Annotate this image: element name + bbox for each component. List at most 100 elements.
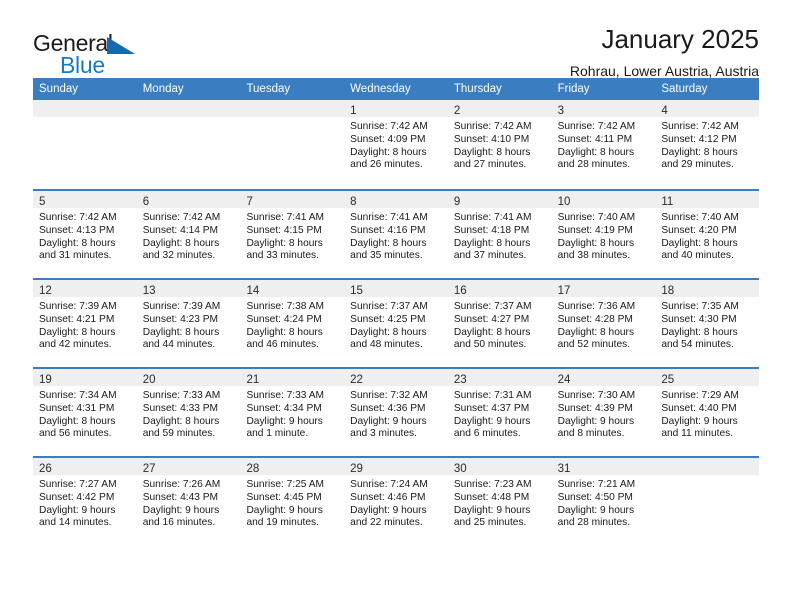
sunset-text: Sunset: 4:19 PM: [557, 224, 633, 236]
sunrise-text: Sunrise: 7:25 AM: [246, 479, 325, 490]
sunset-text: Sunset: 4:30 PM: [661, 313, 737, 325]
calendar-week-row: 5 Sunrise: 7:42 AM Sunset: 4:13 PM Daylight…: [33, 189, 760, 278]
day-details: Sunrise: 7:33 AM Sunset: 4:33 PM Daylight:…: [137, 386, 241, 441]
daylight-text-line1: Daylight: 8 hours: [557, 237, 635, 249]
day-details: Sunrise: 7:31 AM Sunset: 4:37 PM Daylight:…: [448, 386, 552, 441]
calendar-week-row: 26 Sunrise: 7:27 AM Sunset: 4:42 PM Dayligh…: [33, 456, 760, 545]
daylight-text-line2: and 48 minutes.: [350, 339, 423, 351]
calendar-day-cell[interactable]: 22 Sunrise: 7:32 AM Sunset: 4:36 PM Dayligh…: [344, 369, 448, 456]
daylight-text-line2: and 27 minutes.: [453, 159, 527, 171]
day-number: 6: [142, 196, 150, 208]
sunset-text: Sunset: 4:34 PM: [246, 402, 322, 414]
daylight-text-line2: and 50 minutes.: [453, 339, 527, 351]
day-number-strip: 26: [33, 458, 137, 475]
day-number-strip: 5: [33, 191, 137, 208]
day-number-strip: 23: [447, 369, 552, 386]
daylight-text-line1: Daylight: 8 hours: [661, 326, 738, 338]
day-number-strip: 30: [447, 458, 552, 475]
daylight-text-line2: and 33 minutes.: [246, 250, 319, 262]
calendar-day-cell[interactable]: 12 Sunrise: 7:39 AM Sunset: 4:21 PM Dayligh…: [33, 280, 137, 367]
day-number-strip: 18: [655, 280, 760, 297]
sunrise-text: Sunrise: 7:39 AM: [142, 301, 221, 312]
calendar-day-cell[interactable]: 15 Sunrise: 7:37 AM Sunset: 4:25 PM Dayligh…: [344, 280, 448, 367]
day-number: 8: [350, 196, 357, 208]
page-header: General Blue January 2025 Rohrau, Lower …: [33, 0, 759, 79]
calendar-day-cell[interactable]: 20 Sunrise: 7:33 AM Sunset: 4:33 PM Dayligh…: [136, 369, 241, 456]
calendar-day-cell[interactable]: 30 Sunrise: 7:23 AM Sunset: 4:48 PM Dayligh…: [447, 458, 552, 545]
day-number-strip: 8: [344, 191, 448, 208]
calendar-day-cell[interactable]: 2 Sunrise: 7:42 AM Sunset: 4:10 PM Daylight…: [447, 100, 552, 189]
calendar-day-cell[interactable]: 14 Sunrise: 7:38 AM Sunset: 4:24 PM Dayligh…: [240, 280, 345, 367]
sunrise-text: Sunrise: 7:36 AM: [557, 301, 636, 312]
calendar-day-cell[interactable]: 6 Sunrise: 7:42 AM Sunset: 4:14 PM Daylight…: [136, 191, 241, 278]
calendar-day-cell[interactable]: 27 Sunrise: 7:26 AM Sunset: 4:43 PM Dayligh…: [136, 458, 241, 545]
sunset-text: Sunset: 4:37 PM: [453, 402, 530, 414]
calendar-day-cell[interactable]: 10 Sunrise: 7:40 AM Sunset: 4:19 PM Dayligh…: [551, 191, 656, 278]
calendar-day-cell[interactable]: 21 Sunrise: 7:33 AM Sunset: 4:34 PM Dayligh…: [240, 369, 345, 456]
calendar-day-cell[interactable]: 19 Sunrise: 7:34 AM Sunset: 4:31 PM Dayligh…: [33, 369, 137, 456]
calendar-day-cell[interactable]: 8 Sunrise: 7:41 AM Sunset: 4:16 PM Daylight…: [344, 191, 448, 278]
calendar-day-cell[interactable]: 26 Sunrise: 7:27 AM Sunset: 4:42 PM Dayligh…: [33, 458, 137, 545]
daylight-text-line1: Daylight: 8 hours: [142, 415, 220, 427]
calendar-day-cell[interactable]: 31 Sunrise: 7:21 AM Sunset: 4:50 PM Dayligh…: [551, 458, 656, 545]
daylight-text-line1: Daylight: 9 hours: [557, 504, 635, 516]
sunrise-text: Sunrise: 7:42 AM: [557, 121, 636, 132]
sunset-text: Sunset: 4:48 PM: [453, 491, 530, 503]
day-number-strip: 13: [136, 280, 241, 297]
day-details: Sunrise: 7:42 AM Sunset: 4:12 PM Daylight:…: [655, 117, 759, 172]
calendar-day-cell[interactable]: 29 Sunrise: 7:24 AM Sunset: 4:46 PM Dayligh…: [344, 458, 448, 545]
calendar-day-cell[interactable]: 11 Sunrise: 7:40 AM Sunset: 4:20 PM Dayligh…: [655, 191, 760, 278]
daylight-text-line1: Daylight: 8 hours: [350, 146, 427, 158]
calendar-grid: Sunday Monday Tuesday Wednesday Thursday…: [33, 78, 760, 545]
weekday-header-friday: Friday: [557, 83, 590, 95]
day-details: Sunrise: 7:26 AM Sunset: 4:43 PM Daylight:…: [137, 475, 241, 530]
daylight-text-line1: Daylight: 8 hours: [39, 326, 116, 338]
day-number: 10: [557, 196, 571, 208]
calendar-day-cell[interactable]: 7 Sunrise: 7:41 AM Sunset: 4:15 PM Daylight…: [240, 191, 345, 278]
daylight-text-line2: and 35 minutes.: [350, 250, 423, 262]
calendar-day-cell[interactable]: 9 Sunrise: 7:41 AM Sunset: 4:18 PM Daylight…: [447, 191, 552, 278]
sunset-text: Sunset: 4:40 PM: [661, 402, 737, 414]
calendar-day-cell[interactable]: 5 Sunrise: 7:42 AM Sunset: 4:13 PM Daylight…: [33, 191, 137, 278]
calendar-day-cell[interactable]: 4 Sunrise: 7:42 AM Sunset: 4:12 PM Daylight…: [655, 100, 760, 189]
day-number-strip: [33, 100, 137, 117]
daylight-text-line2: and 59 minutes.: [142, 428, 216, 440]
day-number: 22: [350, 374, 363, 386]
sunrise-text: Sunrise: 7:38 AM: [246, 301, 325, 312]
day-number: 17: [557, 285, 571, 297]
day-number: 4: [661, 105, 668, 117]
sunset-text: Sunset: 4:25 PM: [350, 313, 426, 325]
calendar-day-cell[interactable]: 16 Sunrise: 7:37 AM Sunset: 4:27 PM Dayligh…: [447, 280, 552, 367]
calendar-day-cell[interactable]: 25 Sunrise: 7:29 AM Sunset: 4:40 PM Dayligh…: [655, 369, 760, 456]
daylight-text-line1: Daylight: 8 hours: [246, 326, 323, 338]
sunset-text: Sunset: 4:14 PM: [142, 224, 219, 236]
sunrise-text: Sunrise: 7:23 AM: [453, 479, 532, 490]
day-number-strip: 17: [551, 280, 656, 297]
day-number: 31: [557, 463, 571, 475]
day-details: Sunrise: 7:42 AM Sunset: 4:10 PM Daylight:…: [448, 117, 552, 172]
daylight-text-line2: and 3 minutes.: [350, 428, 417, 440]
daylight-text-line1: Daylight: 8 hours: [39, 415, 116, 427]
calendar-day-cell[interactable]: 3 Sunrise: 7:42 AM Sunset: 4:11 PM Daylight…: [551, 100, 656, 189]
calendar-day-cell[interactable]: 28 Sunrise: 7:25 AM Sunset: 4:45 PM Dayligh…: [240, 458, 345, 545]
calendar-day-cell[interactable]: 13 Sunrise: 7:39 AM Sunset: 4:23 PM Dayligh…: [136, 280, 241, 367]
day-details: Sunrise: 7:29 AM Sunset: 4:40 PM Daylight:…: [655, 386, 759, 441]
calendar-page: General Blue January 2025 Rohrau, Lower …: [0, 0, 792, 612]
day-number-strip: 14: [240, 280, 345, 297]
location-subtitle: Rohrau, Lower Austria, Austria: [569, 63, 759, 80]
daylight-text-line1: Daylight: 9 hours: [246, 415, 323, 427]
calendar-day-cell[interactable]: 18 Sunrise: 7:35 AM Sunset: 4:30 PM Dayligh…: [655, 280, 760, 367]
daylight-text-line2: and 56 minutes.: [39, 428, 112, 440]
day-number-strip: 22: [344, 369, 448, 386]
sunset-text: Sunset: 4:39 PM: [557, 402, 633, 414]
calendar-day-cell[interactable]: 23 Sunrise: 7:31 AM Sunset: 4:37 PM Dayligh…: [447, 369, 552, 456]
calendar-day-cell[interactable]: 24 Sunrise: 7:30 AM Sunset: 4:39 PM Dayligh…: [551, 369, 656, 456]
day-number-strip: [136, 100, 241, 117]
day-number: 21: [246, 374, 260, 386]
calendar-day-cell[interactable]: 17 Sunrise: 7:36 AM Sunset: 4:28 PM Dayligh…: [551, 280, 656, 367]
daylight-text-line2: and 19 minutes.: [246, 517, 319, 529]
day-number-strip: 21: [240, 369, 345, 386]
calendar-day-cell[interactable]: 1 Sunrise: 7:42 AM Sunset: 4:09 PM Daylight…: [344, 100, 448, 189]
general-blue-logo[interactable]: General Blue: [33, 26, 153, 82]
daylight-text-line2: and 37 minutes.: [453, 250, 527, 262]
